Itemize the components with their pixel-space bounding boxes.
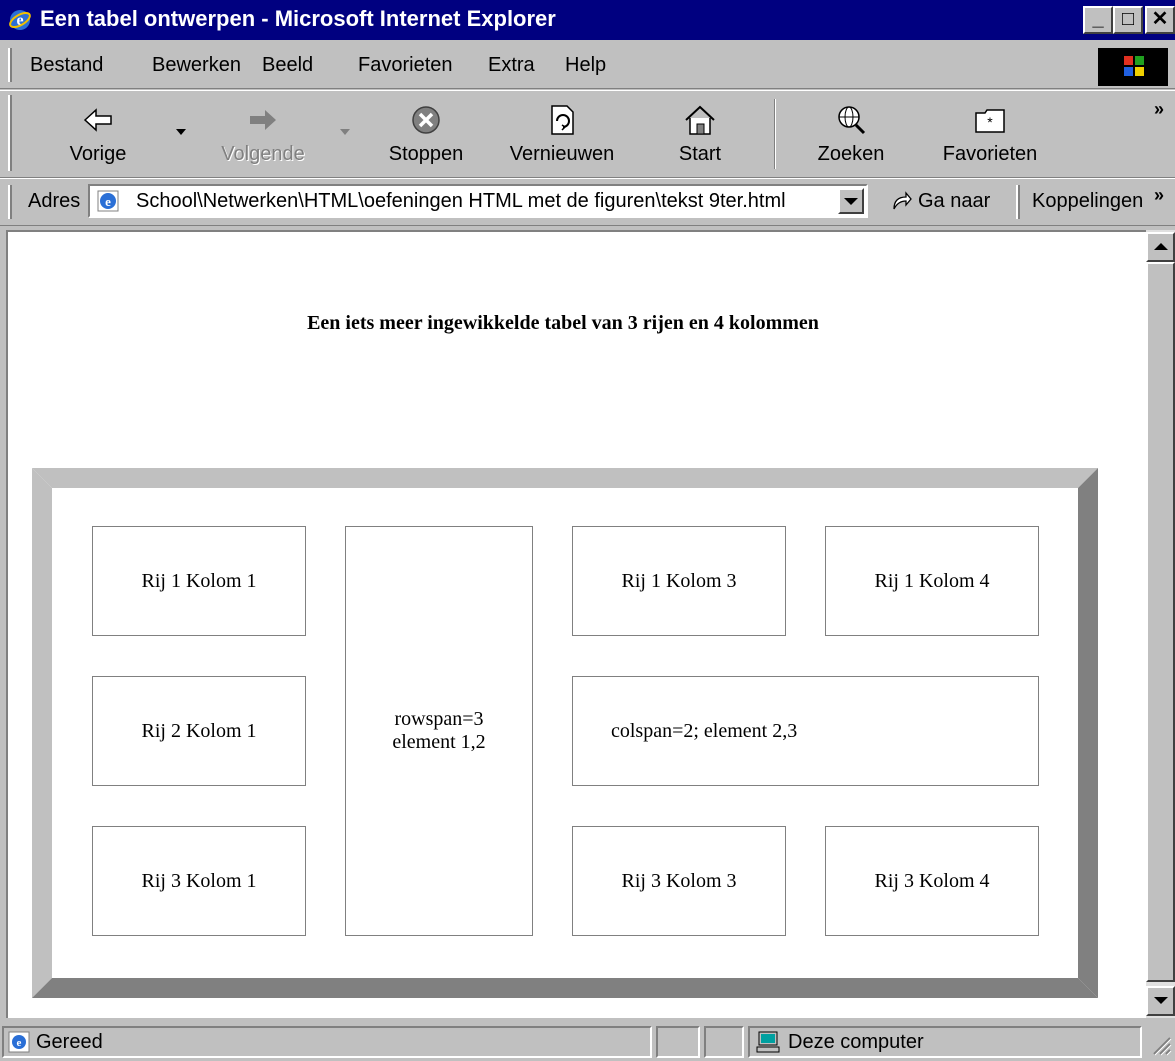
windows-logo-icon [1098,48,1168,86]
favorites-folder-icon: * [975,109,1005,133]
menu-extra[interactable]: Extra [488,54,535,77]
go-arrow-icon [893,191,912,210]
search-globe-icon [838,106,866,135]
toolbar-grip[interactable] [8,95,12,171]
standard-toolbar: Vorige Volgende Stoppen Vernieuwen Start [0,90,1175,178]
go-button[interactable]: Ga naar [884,185,1008,219]
vertical-scrollbar[interactable] [1146,230,1175,1018]
close-button[interactable]: ✕ [1145,6,1175,34]
cell-r3c1: Rij 3 Kolom 1 [92,826,306,936]
cell-r1c3: Rij 1 Kolom 3 [572,526,786,636]
menu-bar: Bestand Bewerken Beeld Favorieten Extra … [0,42,1175,89]
cell-r1c2-line1: rowspan=3 [394,708,484,730]
status-panel-zone: Deze computer [748,1026,1142,1058]
page-done-icon: e [8,1031,30,1053]
toolbar-separator [774,99,776,169]
maximize-button[interactable]: □ [1113,6,1143,34]
home-icon [685,105,715,135]
address-dropdown-button[interactable] [838,188,864,214]
back-button[interactable]: Vorige [50,91,146,175]
status-panel-progress [656,1026,700,1058]
stop-icon [412,106,440,134]
page-heading: Een iets meer ingewikkelde tabel van 3 r… [307,312,819,334]
cell-r3c3: Rij 3 Kolom 3 [572,826,786,936]
back-dropdown-icon[interactable] [176,129,186,135]
address-input[interactable]: e School\Netwerken\HTML\oefeningen HTML … [88,184,868,218]
cell-r1c1: Rij 1 Kolom 1 [92,526,306,636]
svg-text:*: * [987,114,993,130]
scroll-up-arrow-icon [1153,243,1168,250]
refresh-icon [551,105,574,135]
toolbar-more-chevron[interactable]: » [1154,99,1164,120]
cell-r3c4: Rij 3 Kolom 4 [825,826,1039,936]
search-button[interactable]: Zoeken [806,91,896,175]
scroll-down-arrow-icon [1153,997,1168,1004]
cell-r1c2-line2: element 1,2 [392,731,486,753]
menu-help[interactable]: Help [565,54,606,77]
cell-r1c4: Rij 1 Kolom 4 [825,526,1039,636]
resize-grip-icon[interactable] [1148,1032,1172,1056]
computer-icon [756,1031,780,1053]
menu-beeld[interactable]: Beeld [262,54,313,77]
forward-button[interactable]: Volgende [208,91,318,175]
cell-r1c2-rowspan: rowspan=3 element 1,2 [345,526,533,936]
address-grip[interactable] [8,185,12,219]
scroll-down-button[interactable] [1146,986,1175,1016]
links-more-chevron[interactable]: » [1154,185,1164,206]
refresh-button[interactable]: Vernieuwen [500,91,624,175]
go-label: Ga naar [918,190,991,212]
scroll-thumb[interactable] [1146,262,1175,982]
cell-r2c3-colspan: colspan=2; element 2,3 [572,676,1039,786]
links-grip[interactable] [1016,185,1020,219]
home-button[interactable]: Start [660,91,740,175]
page-content: Een iets meer ingewikkelde tabel van 3 r… [6,230,1146,1018]
page-icon: e [97,190,119,212]
favorites-button[interactable]: * Favorieten [930,91,1050,175]
menu-grip[interactable] [8,48,12,82]
menu-bestand[interactable]: Bestand [30,54,103,77]
menu-bewerken[interactable]: Bewerken [152,54,241,77]
forward-dropdown-icon[interactable] [340,129,350,135]
links-button[interactable]: Koppelingen [1032,190,1143,213]
scroll-up-button[interactable] [1146,232,1175,262]
back-arrow-icon [83,108,112,132]
address-label: Adres [28,190,81,212]
ie-logo-icon: e [9,10,31,30]
title-bar[interactable]: e Een tabel ontwerpen - Microsoft Intern… [0,0,1175,40]
window-title: Een tabel ontwerpen - Microsoft Internet… [40,6,556,31]
svg-text:e: e [17,1037,22,1049]
status-panel-main: e Gereed [2,1026,652,1058]
status-bar: e Gereed Deze computer [0,1022,1175,1061]
cell-r2c1: Rij 2 Kolom 1 [92,676,306,786]
address-bar: Adres e School\Netwerken\HTML\oefeningen… [0,178,1175,226]
chevron-down-icon [844,198,858,205]
forward-arrow-icon [250,110,276,130]
zone-text: Deze computer [788,1031,924,1053]
status-text: Gereed [36,1031,103,1053]
stop-button[interactable]: Stoppen [378,91,474,175]
menu-favorieten[interactable]: Favorieten [358,54,453,77]
status-panel-security [704,1026,744,1058]
address-value: School\Netwerken\HTML\oefeningen HTML me… [136,190,786,212]
svg-text:e: e [105,194,111,209]
minimize-button[interactable]: _ [1083,6,1113,34]
outer-table: Rij 1 Kolom 1 rowspan=3 element 1,2 Rij … [32,468,1098,998]
